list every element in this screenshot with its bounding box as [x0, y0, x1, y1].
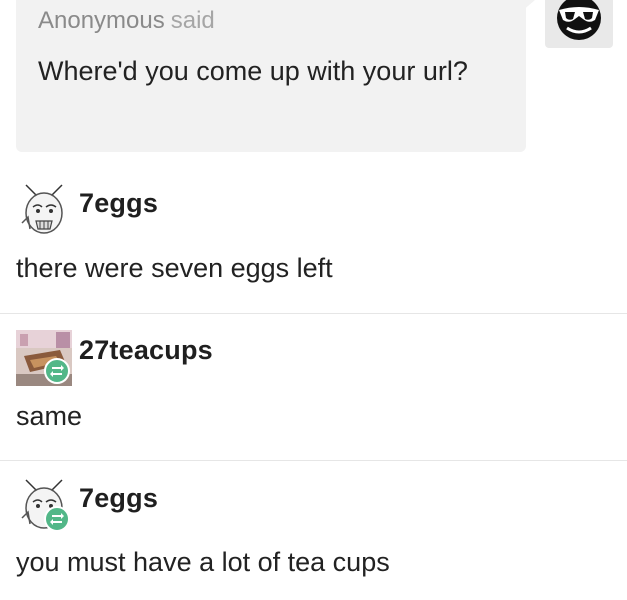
ask-said-label: said	[170, 7, 215, 34]
reply-header: 7eggs	[16, 183, 416, 239]
reply-header: 7eggs	[16, 478, 416, 534]
user-avatar[interactable]	[16, 478, 72, 534]
user-avatar[interactable]	[16, 330, 72, 386]
sunglasses-face-icon	[557, 0, 601, 40]
meme-face-avatar-icon	[21, 184, 63, 234]
user-avatar[interactable]	[16, 183, 72, 239]
reply-text: you must have a lot of tea cups	[16, 547, 390, 577]
anonymous-avatar[interactable]	[545, 0, 613, 48]
reply-username[interactable]: 7eggs	[79, 185, 158, 221]
divider	[0, 313, 627, 314]
reblog-icon	[50, 365, 64, 377]
reply-text: same	[16, 401, 83, 431]
reblog-badge	[44, 358, 70, 384]
asker-name[interactable]: Anonymous	[38, 7, 165, 34]
reply-header: 27teacups	[16, 330, 416, 386]
ask-box: Anonymous said Where'd you come up with y…	[16, 0, 526, 152]
reply-username[interactable]: 27teacups	[79, 332, 213, 368]
reblog-badge	[44, 506, 70, 532]
ask-box-tail	[521, 0, 535, 12]
reply-text: there were seven eggs left	[16, 253, 333, 283]
divider	[0, 460, 627, 461]
ask-header: Anonymous said	[38, 4, 504, 38]
reblog-icon	[50, 513, 64, 525]
reply-username[interactable]: 7eggs	[79, 480, 158, 516]
ask-question: Where'd you come up with your url?	[38, 56, 468, 86]
